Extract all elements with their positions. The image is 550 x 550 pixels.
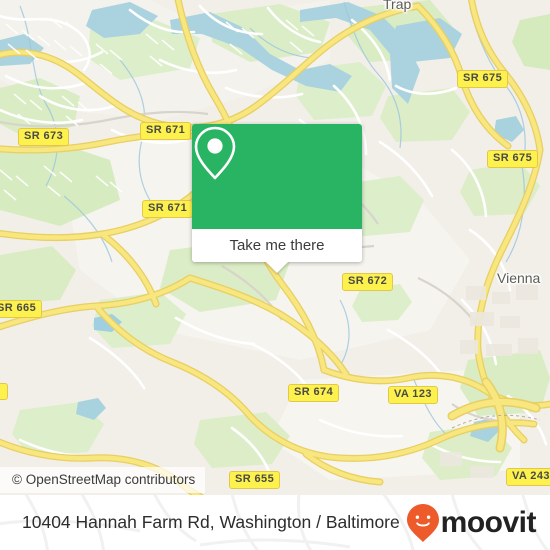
road-shield[interactable]: SR 655 (229, 471, 281, 489)
road-shield[interactable]: SR 671 (140, 122, 192, 140)
road-shield[interactable]: SR 675 (487, 150, 539, 168)
road-shield[interactable]: SR 675 (457, 70, 509, 88)
road-shield[interactable]: VA 243 (506, 468, 550, 486)
take-me-there-button[interactable]: Take me there (192, 229, 362, 262)
map-attribution[interactable]: © OpenStreetMap contributors (0, 467, 206, 493)
location-popup[interactable]: Take me there (192, 124, 362, 273)
road-shield[interactable]: SR 673 (18, 128, 70, 146)
road-shield[interactable]: SR 665 (0, 300, 43, 318)
footer-address-title: 10404 Hannah Farm Rd, Washington / Balti… (22, 512, 400, 532)
footer-bar: 10404 Hannah Farm Rd, Washington / Balti… (0, 495, 550, 550)
road-shield[interactable]: SR 672 (342, 273, 394, 291)
road-shield[interactable]: SR 674 (288, 384, 340, 402)
road-shield-clipped[interactable] (0, 383, 8, 400)
road-shield[interactable]: SR 671 (142, 200, 194, 218)
take-me-there-label: Take me there (229, 237, 325, 254)
popup-tail (266, 262, 288, 273)
place-label-trap: Trap (383, 0, 412, 12)
map-canvas[interactable]: SR 673 SR 671 SR 671 SR 675 SR 675 SR 67… (0, 0, 550, 495)
place-label-vienna: Vienna (497, 270, 541, 286)
moovit-brand[interactable]: moovit (406, 495, 537, 550)
location-pin-icon (194, 126, 236, 180)
map-screenshot: SR 673 SR 671 SR 671 SR 675 SR 675 SR 67… (0, 0, 550, 550)
moovit-smiley-pin-icon (406, 503, 439, 542)
moovit-wordmark: moovit (440, 505, 537, 539)
road-shield[interactable]: VA 123 (388, 386, 438, 404)
popup-header (192, 124, 362, 229)
popup-card[interactable]: Take me there (192, 124, 362, 262)
